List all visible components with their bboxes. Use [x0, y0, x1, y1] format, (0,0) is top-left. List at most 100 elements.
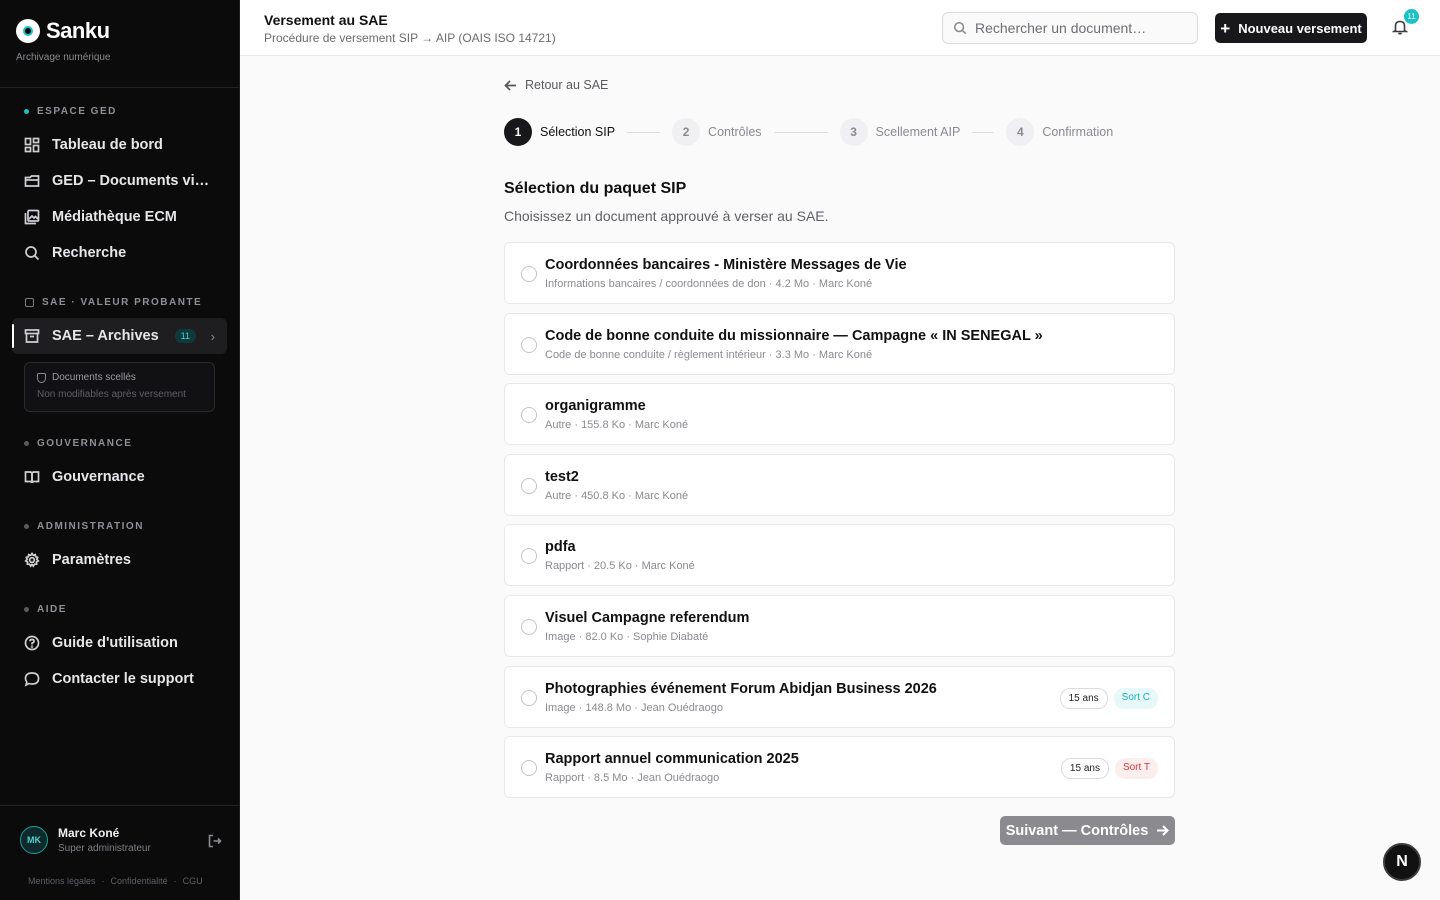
sidebar-item-mediatheque[interactable]: Médiathèque ECM: [12, 200, 227, 234]
back-link[interactable]: Retour au SAE: [504, 78, 608, 92]
top-header: Versement au SAE Procédure de versement …: [240, 0, 1440, 56]
document-title: Rapport annuel communication 2025: [545, 751, 799, 768]
radio-button[interactable]: [521, 266, 537, 282]
list-item[interactable]: test2 Autre · 450.8 Ko · Marc Koné: [504, 453, 1175, 516]
list-item[interactable]: pdfa Rapport · 20.5 Ko · Marc Koné: [504, 524, 1175, 587]
sidebar-item-sae-archives[interactable]: SAE – Archives 11 ›: [12, 318, 227, 354]
radio-button[interactable]: [521, 336, 537, 353]
step-scellement: 3 Scellement AIP: [839, 118, 960, 146]
next-button[interactable]: Suivant — Contrôles: [1000, 816, 1175, 845]
sidebar-item-support[interactable]: Contacter le support: [12, 662, 227, 696]
sidebar-item-dashboard[interactable]: Tableau de bord: [12, 128, 227, 162]
radio-button[interactable]: [521, 548, 537, 565]
legal-link[interactable]: Mentions légales: [28, 876, 96, 886]
document-meta: Image · 148.8 Mo · Jean Ouédraogo: [545, 701, 723, 714]
section-title-administration: ADMINISTRATION: [24, 521, 144, 532]
next-label: Suivant — Contrôles: [1005, 822, 1149, 839]
sidebar-item-recherche[interactable]: Recherche: [12, 236, 227, 270]
divider: [0, 805, 240, 806]
radio-button[interactable]: [521, 689, 537, 706]
list-item[interactable]: Visuel Campagne referendum Image · 82.0 …: [504, 594, 1175, 657]
retention-badge: 15 ans: [1060, 758, 1109, 780]
sidebar-item-label: GED – Documents vivants: [52, 173, 212, 189]
sidebar: Sanku Archivage numérique ESPACE GED Tab…: [0, 0, 240, 900]
arrow-left-icon: [504, 79, 516, 91]
list-item[interactable]: organigramme Autre · 155.8 Ko · Marc Kon…: [504, 383, 1175, 446]
new-versement-button[interactable]: + Nouveau versement: [1215, 13, 1367, 43]
user-profile[interactable]: MK Marc Koné Super administrateur: [20, 826, 222, 854]
dot-icon: [24, 441, 29, 446]
step-number: 1: [504, 118, 532, 146]
media-icon: [24, 209, 40, 225]
list-item[interactable]: Photographies événement Forum Abidjan Bu…: [504, 665, 1175, 728]
arrow-right-icon: [1157, 825, 1170, 836]
radio-button[interactable]: [521, 760, 537, 777]
gear-icon: [24, 552, 40, 568]
sealed-documents-card: Documents scellés Non modifiables après …: [24, 362, 215, 412]
notification-badge: 11: [1404, 9, 1419, 24]
section-title-gouvernance: GOUVERNANCE: [24, 438, 132, 449]
document-meta: Autre · 450.8 Ko · Marc Koné: [545, 489, 689, 502]
sidebar-item-label: Tableau de bord: [52, 137, 163, 153]
user-role: Super administrateur: [58, 843, 151, 854]
document-meta: Autre · 155.8 Ko · Marc Koné: [545, 419, 689, 432]
privacy-link[interactable]: Confidentialité: [111, 876, 168, 886]
radio-button[interactable]: [521, 407, 537, 424]
section-title-sae: SAE · VALEUR PROBANTE: [24, 297, 202, 308]
sealed-title: Documents scellés: [52, 372, 136, 383]
document-meta: Rapport · 20.5 Ko · Marc Koné: [545, 560, 695, 573]
section-title: Sélection du paquet SIP: [504, 180, 687, 197]
search-input[interactable]: [975, 20, 1185, 36]
dot-icon: [24, 109, 29, 114]
section-title-espace-ged: ESPACE GED: [24, 106, 117, 117]
page-title: Versement au SAE: [264, 12, 388, 28]
brand[interactable]: Sanku Archivage numérique: [16, 18, 111, 63]
step-number: 3: [839, 118, 868, 146]
footer-links: Mentions légales · Confidentialité · CGU: [28, 876, 203, 886]
step-connector: [972, 131, 995, 133]
brand-name: Sanku: [46, 18, 110, 43]
document-title: organigramme: [545, 398, 646, 415]
page-subtitle: Procédure de versement SIP → AIP (OAIS I…: [264, 31, 556, 45]
sidebar-item-parametres[interactable]: Paramètres: [12, 543, 227, 577]
document-title: Photographies événement Forum Abidjan Bu…: [545, 680, 937, 697]
help-icon: [24, 635, 40, 651]
sidebar-item-gouvernance[interactable]: Gouvernance: [12, 460, 227, 494]
archive-icon: [24, 328, 40, 344]
sidebar-item-label: SAE – Archives: [52, 328, 159, 344]
sidebar-item-ged[interactable]: GED – Documents vivants: [12, 164, 227, 198]
assistant-fab[interactable]: N: [1383, 843, 1421, 881]
search-icon: [953, 21, 967, 35]
sidebar-item-label: Gouvernance: [52, 469, 145, 485]
chat-icon: [24, 671, 40, 687]
radio-button[interactable]: [521, 477, 537, 494]
cgu-link[interactable]: CGU: [183, 876, 203, 886]
step-connector: [773, 131, 828, 133]
sidebar-item-label: Recherche: [52, 245, 127, 261]
search-box[interactable]: [942, 12, 1198, 44]
lock-icon: [25, 298, 34, 307]
document-list: Coordonnées bancaires - Ministère Messag…: [504, 242, 1175, 807]
sidebar-item-guide[interactable]: Guide d'utilisation: [12, 626, 227, 660]
document-meta: Rapport · 8.5 Mo · Jean Ouédraogo: [545, 772, 720, 785]
list-item[interactable]: Code de bonne conduite du missionnaire —…: [504, 312, 1175, 375]
document-title: Code de bonne conduite du missionnaire —…: [545, 327, 1043, 344]
avatar: MK: [20, 826, 48, 854]
shield-icon: [37, 372, 46, 383]
list-item[interactable]: Coordonnées bancaires - Ministère Messag…: [504, 242, 1175, 304]
search-icon: [24, 245, 40, 261]
folder-icon: [24, 173, 40, 189]
logout-icon[interactable]: [208, 834, 222, 848]
retention-badge: 15 ans: [1059, 687, 1108, 709]
list-item[interactable]: Rapport annuel communication 2025 Rappor…: [504, 736, 1175, 799]
document-title: Visuel Campagne referendum: [545, 609, 750, 626]
tags: 15 ans Sort T: [1060, 758, 1158, 780]
section-subtitle: Choisissez un document approuvé à verser…: [504, 208, 829, 224]
brand-logo-icon: [16, 19, 40, 43]
plus-icon: +: [1220, 18, 1231, 38]
radio-button[interactable]: [521, 618, 537, 635]
document-title: pdfa: [545, 539, 576, 556]
book-icon: [24, 469, 40, 485]
dot-icon: [24, 524, 29, 529]
step-controles: 2 Contrôles: [672, 118, 762, 146]
